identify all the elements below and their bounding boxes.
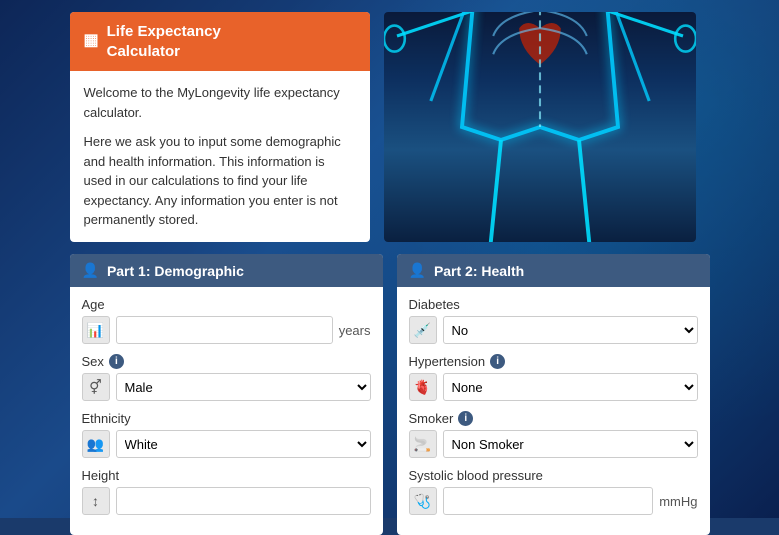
height-group: Height ↕ (82, 468, 371, 515)
smoker-input-row: 🚬 Non Smoker Current Smoker Ex Smoker (409, 430, 698, 458)
age-label: Age (82, 297, 371, 312)
demographic-header-label: Part 1: Demographic (107, 263, 244, 279)
sex-label: Sex i (82, 354, 371, 369)
smoker-select[interactable]: Non Smoker Current Smoker Ex Smoker (443, 430, 698, 458)
hypertension-label: Hypertension i (409, 354, 698, 369)
hero-image: 10110100 01001011 11001010 10110001 (384, 12, 696, 242)
systolic-bp-group: Systolic blood pressure 🩺 120 mmHg (409, 468, 698, 515)
diabetes-select[interactable]: No Yes (443, 316, 698, 344)
smoker-group: Smoker i 🚬 Non Smoker Current Smoker Ex … (409, 411, 698, 458)
health-header-label: Part 2: Health (434, 263, 524, 279)
panel-title: Life Expectancy Calculator (107, 22, 221, 61)
health-body: Diabetes 💉 No Yes Hypertension i (397, 287, 710, 535)
intro-para2: Here we ask you to input some demographi… (84, 132, 356, 230)
smoker-info-icon[interactable]: i (458, 411, 473, 426)
diabetes-input-row: 💉 No Yes (409, 316, 698, 344)
age-icon: 📊 (82, 316, 110, 344)
systolic-bp-icon: 🩺 (409, 487, 437, 515)
health-panel: 👤 Part 2: Health Diabetes 💉 No Yes (397, 254, 710, 535)
height-icon: ↕ (82, 487, 110, 515)
demographic-header-icon: 👤 (82, 262, 99, 279)
info-panel: ▦ Life Expectancy Calculator Welcome to … (70, 12, 370, 242)
calculator-icon: ▦ (84, 31, 99, 52)
hypertension-group: Hypertension i 🫀 None Controlled Uncontr… (409, 354, 698, 401)
systolic-bp-input[interactable]: 120 (443, 487, 654, 515)
demographic-header: 👤 Part 1: Demographic (70, 254, 383, 287)
smoker-icon: 🚬 (409, 430, 437, 458)
height-input-row: ↕ (82, 487, 371, 515)
ethnicity-icon: 👥 (82, 430, 110, 458)
panel-header: ▦ Life Expectancy Calculator (70, 12, 370, 71)
sex-info-icon[interactable]: i (109, 354, 124, 369)
systolic-bp-unit: mmHg (659, 494, 697, 509)
intro-para1: Welcome to the MyLongevity life expectan… (84, 83, 356, 122)
age-unit: years (339, 323, 371, 338)
hypertension-icon: 🫀 (409, 373, 437, 401)
sex-group: Sex i ⚥ Male Female (82, 354, 371, 401)
hypertension-select[interactable]: None Controlled Uncontrolled (443, 373, 698, 401)
age-input[interactable] (116, 316, 333, 344)
forms-section: 👤 Part 1: Demographic Age 📊 years (70, 254, 710, 535)
sex-input-row: ⚥ Male Female (82, 373, 371, 401)
systolic-bp-input-row: 🩺 120 mmHg (409, 487, 698, 515)
sex-select[interactable]: Male Female (116, 373, 371, 401)
height-input[interactable] (116, 487, 371, 515)
ethnicity-group: Ethnicity 👥 White Black Asian Hispanic O… (82, 411, 371, 458)
body-figure-svg: 10110100 01001011 11001010 10110001 (384, 12, 696, 242)
sex-icon: ⚥ (82, 373, 110, 401)
ethnicity-select[interactable]: White Black Asian Hispanic Other (116, 430, 371, 458)
demographic-body: Age 📊 years Sex i ⚥ (70, 287, 383, 535)
ethnicity-label: Ethnicity (82, 411, 371, 426)
demographic-panel: 👤 Part 1: Demographic Age 📊 years (70, 254, 383, 535)
health-header-icon: 👤 (409, 262, 426, 279)
smoker-label: Smoker i (409, 411, 698, 426)
diabetes-icon: 💉 (409, 316, 437, 344)
systolic-bp-label: Systolic blood pressure (409, 468, 698, 483)
age-input-row: 📊 years (82, 316, 371, 344)
health-header: 👤 Part 2: Health (397, 254, 710, 287)
diabetes-label: Diabetes (409, 297, 698, 312)
hypertension-input-row: 🫀 None Controlled Uncontrolled (409, 373, 698, 401)
hypertension-info-icon[interactable]: i (490, 354, 505, 369)
height-label: Height (82, 468, 371, 483)
age-group: Age 📊 years (82, 297, 371, 344)
ethnicity-input-row: 👥 White Black Asian Hispanic Other (82, 430, 371, 458)
panel-body: Welcome to the MyLongevity life expectan… (70, 71, 370, 242)
diabetes-group: Diabetes 💉 No Yes (409, 297, 698, 344)
